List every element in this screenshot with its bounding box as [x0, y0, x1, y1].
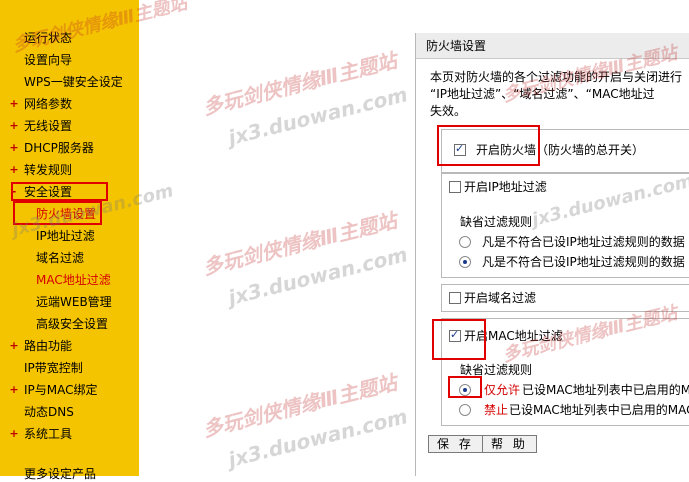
sidebar-item-routing[interactable]: 路由功能 — [24, 338, 72, 354]
sidebar-item-ddns[interactable]: 动态DNS — [24, 404, 74, 420]
sidebar-item-remote-web[interactable]: 远端WEB管理 — [36, 294, 112, 310]
collapse-minus-icon[interactable]: - — [9, 184, 19, 200]
mac-rule-1-prefix: 仅允许 — [484, 383, 521, 397]
ip-filter-group: 开启IP地址过滤 缺省过滤规则 凡是不符合已设IP地址过滤规则的数据 凡是不符合… — [441, 173, 689, 278]
ip-default-rule-label: 缺省过滤规则 — [460, 215, 533, 229]
ip-rule-2-label: 凡是不符合已设IP地址过滤规则的数据 — [482, 255, 685, 269]
spacer-area — [139, 0, 415, 476]
sidebar-item-domain-filter[interactable]: 域名过滤 — [36, 250, 84, 266]
save-button[interactable]: 保 存 — [428, 435, 483, 453]
sidebar-item-mac-filter[interactable]: MAC地址过滤 — [36, 272, 111, 288]
description-line-1: 本页对防火墙的各个过滤功能的开启与关闭进行 — [430, 70, 683, 84]
sidebar-item-wireless[interactable]: 无线设置 — [24, 118, 72, 134]
sidebar-item-wps[interactable]: WPS一键安全设定 — [24, 74, 123, 90]
panel-title: 防火墙设置 — [416, 33, 689, 59]
ip-rule-radio-1[interactable] — [459, 236, 471, 248]
sidebar-item-dhcp[interactable]: DHCP服务器 — [24, 140, 94, 156]
ip-filter-label: 开启IP地址过滤 — [464, 180, 547, 194]
mac-rule-radio-1[interactable] — [459, 384, 471, 396]
sidebar-item-wizard[interactable]: 设置向导 — [24, 52, 72, 68]
sidebar-item-forwarding[interactable]: 转发规则 — [24, 162, 72, 178]
mac-rule-radio-2[interactable] — [459, 404, 471, 416]
expand-plus-icon[interactable]: + — [9, 96, 19, 112]
sidebar-item-status[interactable]: 运行状态 — [24, 30, 72, 46]
help-button[interactable]: 帮 助 — [482, 435, 537, 453]
sidebar-item-advanced-security[interactable]: 高级安全设置 — [36, 316, 108, 332]
firewall-label: 开启防火墙（防火墙的总开关） — [476, 143, 645, 157]
ip-filter-checkbox[interactable] — [449, 181, 461, 193]
sidebar-item-ip-filter[interactable]: IP地址过滤 — [36, 228, 95, 244]
sidebar-item-system-tools[interactable]: 系统工具 — [24, 426, 72, 442]
sidebar-item-network[interactable]: 网络参数 — [24, 96, 72, 112]
mac-rule-1-label: 已设MAC地址列表中已启用的MAC — [522, 383, 689, 397]
ip-rule-1-label: 凡是不符合已设IP地址过滤规则的数据 — [482, 235, 685, 249]
mac-filter-checkbox[interactable] — [449, 328, 461, 342]
firewall-switch-group: 开启防火墙（防火墙的总开关） — [441, 129, 689, 173]
domain-filter-checkbox[interactable] — [449, 292, 461, 304]
expand-plus-icon[interactable]: + — [9, 338, 19, 354]
mac-filter-group: 开启MAC地址过滤 缺省过滤规则 仅允许 已设MAC地址列表中已启用的MAC 禁… — [441, 318, 689, 426]
expand-plus-icon[interactable]: + — [9, 162, 19, 178]
sidebar: 运行状态 设置向导 WPS一键安全设定 + 网络参数 + 无线设置 + DHCP… — [0, 0, 139, 481]
domain-filter-label: 开启域名过滤 — [464, 291, 537, 305]
mac-rule-2-label: 已设MAC地址列表中已启用的MAC地 — [509, 403, 689, 417]
sidebar-item-bandwidth[interactable]: IP带宽控制 — [24, 360, 83, 376]
description-line-3: 失效。 — [430, 104, 467, 118]
mac-rule-2-prefix: 禁止 — [484, 403, 509, 417]
expand-plus-icon[interactable]: + — [9, 426, 19, 442]
sidebar-item-ip-mac-binding[interactable]: IP与MAC绑定 — [24, 382, 98, 398]
sidebar-item-security[interactable]: 安全设置 — [24, 184, 72, 200]
expand-plus-icon[interactable]: + — [9, 118, 19, 134]
firewall-checkbox[interactable] — [454, 142, 466, 156]
mac-default-rule-label: 缺省过滤规则 — [460, 363, 533, 377]
expand-plus-icon[interactable]: + — [9, 382, 19, 398]
sidebar-item-more-products[interactable]: 更多设定产品 — [24, 466, 96, 482]
sidebar-item-firewall[interactable]: 防火墙设置 — [36, 206, 96, 222]
mac-filter-label: 开启MAC地址过滤 — [464, 329, 563, 343]
ip-rule-radio-2[interactable] — [459, 256, 471, 268]
expand-plus-icon[interactable]: + — [9, 140, 19, 156]
content-frame: 防火墙设置 本页对防火墙的各个过滤功能的开启与关闭进行 “IP地址过滤”、“域名… — [415, 33, 689, 476]
description-line-2: “IP地址过滤”、“域名过滤”、“MAC地址过 — [430, 87, 655, 101]
domain-filter-group: 开启域名过滤 — [441, 284, 689, 312]
